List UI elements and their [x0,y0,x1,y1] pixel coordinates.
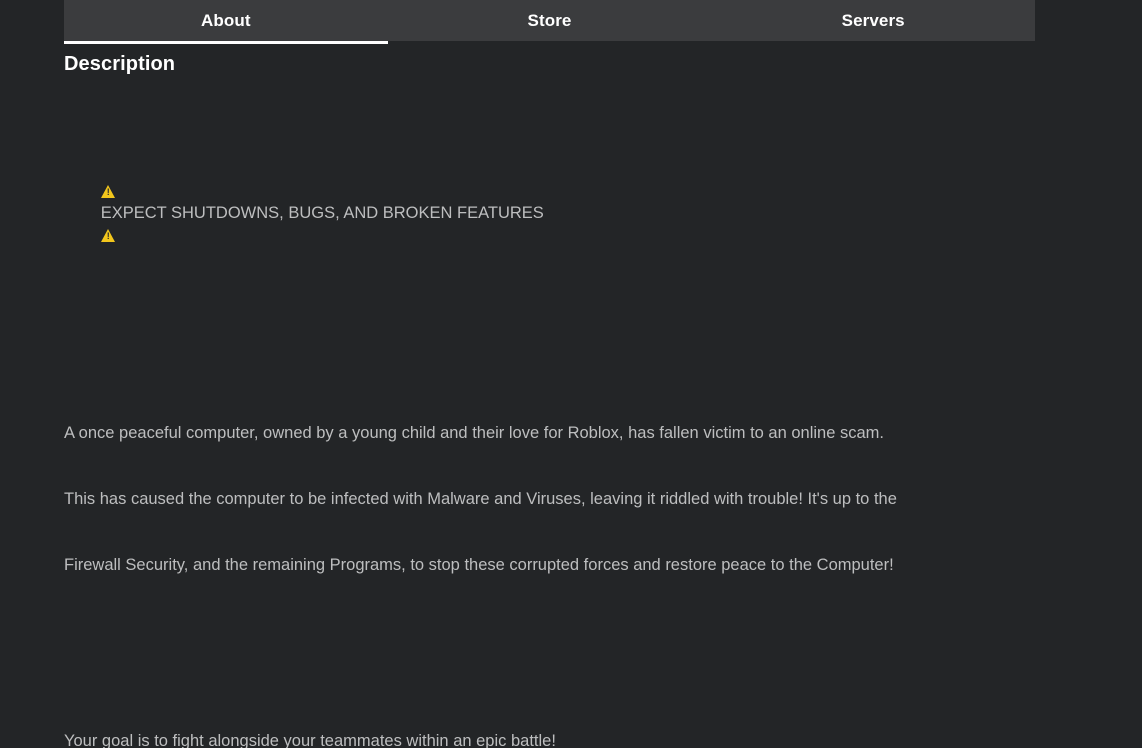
warning-triangle-icon [101,228,116,242]
description-paragraph-line: A once peaceful computer, owned by a you… [64,422,1035,444]
tab-about-label: About [201,11,251,31]
description-goal-line: Your goal is to fight alongside your tea… [64,730,1035,748]
tab-about[interactable]: About [64,0,388,41]
spacer [64,334,1035,356]
tab-store-label: Store [528,11,572,31]
spacer [64,642,1035,664]
description-warning-line: EXPECT SHUTDOWNS, BUGS, AND BROKEN FEATU… [64,158,1035,268]
description-paragraph-line: This has caused the computer to be infec… [64,488,1035,510]
description-warning-text: EXPECT SHUTDOWNS, BUGS, AND BROKEN FEATU… [101,204,544,222]
description-body: EXPECT SHUTDOWNS, BUGS, AND BROKEN FEATU… [64,92,1035,748]
tab-bar: About Store Servers [64,0,1035,41]
tab-servers[interactable]: Servers [711,0,1035,41]
tab-store[interactable]: Store [388,0,712,41]
description-paragraph-line: Firewall Security, and the remaining Pro… [64,554,1035,576]
description-heading: Description [64,41,1035,76]
game-about-page: About Store Servers Description EXPECT S… [0,0,1142,748]
warning-triangle-icon [101,184,116,198]
tab-servers-label: Servers [842,11,905,31]
about-content: Description EXPECT SHUTDOWNS, BUGS, AND … [64,41,1035,748]
